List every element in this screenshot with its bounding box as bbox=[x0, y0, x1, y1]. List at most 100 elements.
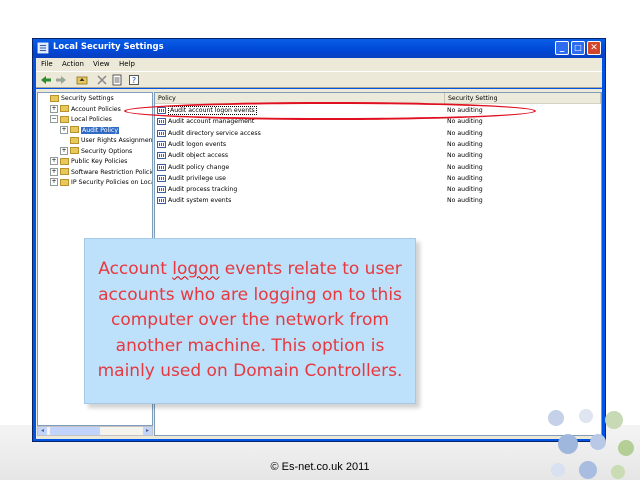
tree-item-label: Audit Policy bbox=[81, 126, 119, 134]
tree-item-label: Security Settings bbox=[61, 95, 114, 102]
tree-expander-icon[interactable]: + bbox=[60, 125, 68, 134]
folder-icon bbox=[60, 168, 69, 175]
tree-item[interactable]: Security Settings bbox=[40, 94, 114, 102]
callout-text: Account logon events relate to user acco… bbox=[95, 257, 405, 385]
policy-setting: No auditing bbox=[447, 186, 483, 194]
help-icon[interactable]: ? bbox=[128, 74, 140, 86]
up-folder-icon[interactable] bbox=[76, 74, 88, 86]
policy-icon bbox=[157, 140, 166, 148]
scroll-left-icon[interactable]: ◂ bbox=[38, 427, 47, 435]
tree-item-label: User Rights Assignmen bbox=[81, 137, 153, 144]
tree-expander-icon[interactable]: − bbox=[50, 115, 58, 123]
close-button[interactable]: ✕ bbox=[587, 41, 601, 55]
policy-name: Audit directory service access bbox=[168, 129, 261, 137]
policy-name: Audit system events bbox=[168, 197, 232, 205]
column-header-security-setting[interactable]: Security Setting bbox=[445, 93, 601, 104]
policy-name: Audit object access bbox=[168, 152, 229, 160]
policy-setting: No auditing bbox=[447, 129, 483, 137]
policy-setting: No auditing bbox=[447, 163, 483, 171]
decorative-dots bbox=[548, 409, 634, 479]
tree-item[interactable]: + Public Key Policies bbox=[50, 157, 127, 165]
menu-view[interactable]: View bbox=[93, 60, 110, 68]
callout-underlined-word: logon bbox=[172, 259, 220, 280]
properties-icon[interactable] bbox=[111, 74, 123, 86]
scroll-right-icon[interactable]: ▸ bbox=[143, 427, 152, 435]
policy-row[interactable]: Audit object access No auditing bbox=[155, 150, 601, 161]
tree-item-label: Account Policies bbox=[71, 105, 121, 113]
policy-row[interactable]: Audit privilege use No auditing bbox=[155, 173, 601, 184]
policy-setting: No auditing bbox=[447, 118, 483, 126]
policy-icon bbox=[157, 186, 166, 194]
tree-expander-icon[interactable]: + bbox=[50, 104, 58, 113]
policy-name: Audit account logon events bbox=[168, 106, 257, 115]
tree-item-label: Local Policies bbox=[71, 116, 112, 123]
callout-prefix: Account bbox=[98, 259, 173, 280]
folder-icon bbox=[70, 126, 79, 133]
svg-text:?: ? bbox=[132, 76, 136, 85]
policy-name: Audit policy change bbox=[168, 163, 230, 171]
tree-item-label: Security Options bbox=[81, 147, 133, 155]
title-bar[interactable]: Local Security Settings _ □ ✕ bbox=[33, 39, 605, 58]
policy-icon bbox=[157, 118, 166, 126]
tree-item[interactable]: User Rights Assignmen bbox=[60, 136, 153, 144]
minimize-button[interactable]: _ bbox=[555, 41, 569, 55]
tree-horizontal-scrollbar[interactable]: ◂ ▸ bbox=[37, 426, 153, 436]
folder-icon bbox=[60, 178, 69, 186]
folder-icon bbox=[60, 115, 69, 123]
forward-arrow-icon[interactable] bbox=[55, 74, 67, 86]
policy-row[interactable]: Audit system events No auditing bbox=[155, 195, 601, 206]
folder-icon bbox=[60, 105, 69, 112]
policy-row[interactable]: Audit account logon events No auditing bbox=[155, 105, 601, 116]
policy-name: Audit privilege use bbox=[168, 174, 226, 182]
policy-setting: No auditing bbox=[447, 140, 483, 148]
tree-item-label: Public Key Policies bbox=[71, 158, 128, 165]
policy-row[interactable]: Audit policy change No auditing bbox=[155, 162, 601, 173]
tree-item[interactable]: + Security Options bbox=[60, 146, 133, 155]
folder-icon bbox=[60, 157, 69, 165]
policy-row[interactable]: Audit logon events No auditing bbox=[155, 139, 601, 150]
folder-icon bbox=[50, 94, 59, 102]
policy-setting: No auditing bbox=[447, 197, 483, 205]
tree-expander-icon[interactable]: + bbox=[50, 167, 58, 176]
tree-item[interactable]: + Account Policies bbox=[50, 104, 121, 113]
policy-icon bbox=[157, 174, 166, 182]
scroll-thumb[interactable] bbox=[50, 427, 100, 435]
tree-item[interactable]: − Local Policies bbox=[50, 115, 112, 123]
policy-icon bbox=[157, 163, 166, 171]
menu-action[interactable]: Action bbox=[62, 60, 84, 68]
folder-icon bbox=[70, 147, 79, 154]
policy-icon bbox=[157, 129, 166, 137]
policy-icon bbox=[157, 152, 166, 160]
explanation-callout: Account logon events relate to user acco… bbox=[84, 238, 416, 404]
tree-item[interactable]: + Audit Policy bbox=[60, 125, 119, 134]
menu-file[interactable]: File bbox=[41, 60, 53, 68]
tree-expander-icon[interactable]: + bbox=[50, 157, 58, 165]
policy-row[interactable]: Audit account management No auditing bbox=[155, 116, 601, 127]
policy-name: Audit process tracking bbox=[168, 186, 238, 194]
policy-setting: No auditing bbox=[447, 152, 483, 160]
folder-icon bbox=[70, 136, 79, 144]
policy-setting: No auditing bbox=[447, 174, 483, 182]
policy-row[interactable]: Audit process tracking No auditing bbox=[155, 184, 601, 195]
tree-item-label: Software Restriction Policie bbox=[71, 168, 153, 176]
menu-bar: File Action View Help bbox=[36, 58, 602, 71]
policy-row[interactable]: Audit directory service access No auditin… bbox=[155, 128, 601, 139]
policy-setting: No auditing bbox=[447, 107, 483, 114]
tree-expander-icon[interactable]: + bbox=[60, 146, 68, 155]
policy-name: Audit account management bbox=[168, 118, 255, 126]
menu-help[interactable]: Help bbox=[119, 60, 135, 68]
delete-icon[interactable] bbox=[96, 74, 108, 86]
policy-icon bbox=[157, 107, 166, 114]
tree-item[interactable]: + Software Restriction Policie bbox=[50, 167, 153, 176]
tree-expander-icon[interactable]: + bbox=[50, 178, 58, 186]
column-header-policy[interactable]: Policy bbox=[155, 93, 445, 104]
tree-item[interactable]: + IP Security Policies on Loca bbox=[50, 178, 153, 186]
maximize-button[interactable]: □ bbox=[571, 41, 585, 55]
security-settings-icon bbox=[37, 42, 49, 54]
tree-item-label: IP Security Policies on Loca bbox=[71, 179, 153, 186]
window-title: Local Security Settings bbox=[53, 42, 164, 52]
toolbar: ? bbox=[36, 71, 602, 88]
policy-name: Audit logon events bbox=[168, 140, 227, 148]
policy-icon bbox=[157, 197, 166, 205]
back-arrow-icon[interactable] bbox=[40, 74, 52, 86]
